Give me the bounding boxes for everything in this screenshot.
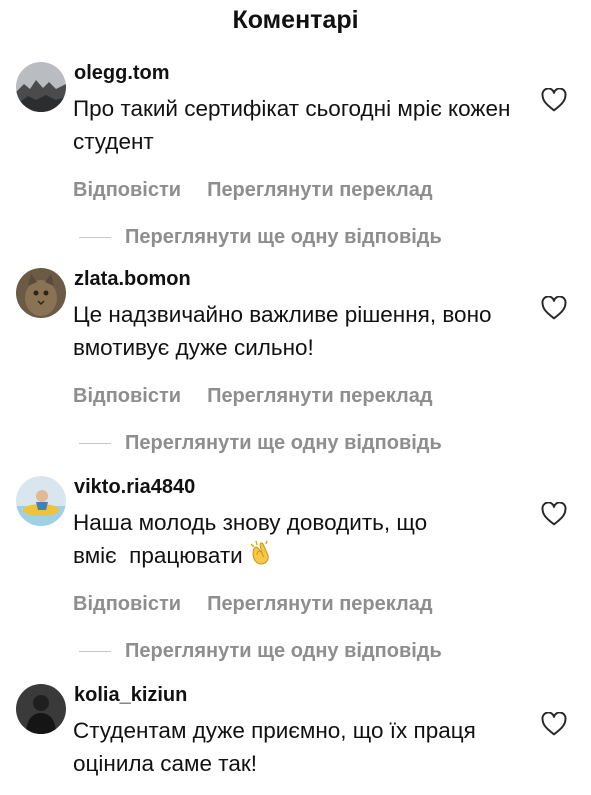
page-title: Коментарі <box>232 6 359 34</box>
view-replies-row[interactable]: Переглянути ще одну відповідь <box>73 432 442 455</box>
see-translation-button[interactable]: Переглянути переклад <box>207 385 432 407</box>
avatar[interactable] <box>16 268 66 318</box>
view-replies-row[interactable]: Переглянути ще одну відповідь <box>73 226 442 249</box>
comment-username[interactable]: vikto.ria4840 <box>74 476 195 499</box>
reply-button[interactable]: Відповісти <box>73 593 181 615</box>
reply-button[interactable]: Відповісти <box>73 179 181 201</box>
comment-actions: Відповісти Переглянути переклад <box>73 593 433 616</box>
see-translation-button[interactable]: Переглянути переклад <box>207 593 432 615</box>
like-heart-icon[interactable] <box>541 712 567 736</box>
comment-username[interactable]: kolia_kiziun <box>74 684 187 707</box>
reply-divider-line <box>79 651 111 653</box>
avatar[interactable] <box>16 684 66 734</box>
view-more-replies-button[interactable]: Переглянути ще одну відповідь <box>125 226 442 248</box>
reply-divider-line <box>79 443 111 445</box>
comment-text-line-1: Наша молодь знову доводить, що <box>73 510 428 535</box>
comment-actions: Відповісти Переглянути переклад <box>73 179 433 202</box>
view-more-replies-button[interactable]: Переглянути ще одну відповідь <box>125 640 442 662</box>
avatar[interactable] <box>16 62 66 112</box>
clapping-hands-emoji-icon <box>250 540 269 565</box>
comment-username[interactable]: olegg.tom <box>74 62 170 85</box>
comments-header: Коментарі <box>0 0 591 46</box>
like-heart-icon[interactable] <box>541 296 567 320</box>
comment-text: Це надзвичайно важливе рішення, воно вмо… <box>73 302 492 360</box>
like-heart-icon[interactable] <box>541 88 567 112</box>
comment-text: Студентам дуже приємно, що їх праця оцін… <box>73 718 476 776</box>
view-more-replies-button[interactable]: Переглянути ще одну відповідь <box>125 432 442 454</box>
reply-divider-line <box>79 237 111 239</box>
view-replies-row[interactable]: Переглянути ще одну відповідь <box>73 640 442 663</box>
comment-actions: Відповісти Переглянути переклад <box>73 385 433 408</box>
reply-button[interactable]: Відповісти <box>73 385 181 407</box>
avatar[interactable] <box>16 476 66 526</box>
comment-text-line-2: вміє працювати <box>73 539 513 572</box>
comment-text: Наша молодь знову доводить, що вміє прац… <box>73 506 513 572</box>
comment-username[interactable]: zlata.bomon <box>74 268 191 291</box>
see-translation-button[interactable]: Переглянути переклад <box>207 179 432 201</box>
like-heart-icon[interactable] <box>541 502 567 526</box>
comment-text: Про такий сертифікат сьогодні мріє кожен… <box>73 96 511 154</box>
